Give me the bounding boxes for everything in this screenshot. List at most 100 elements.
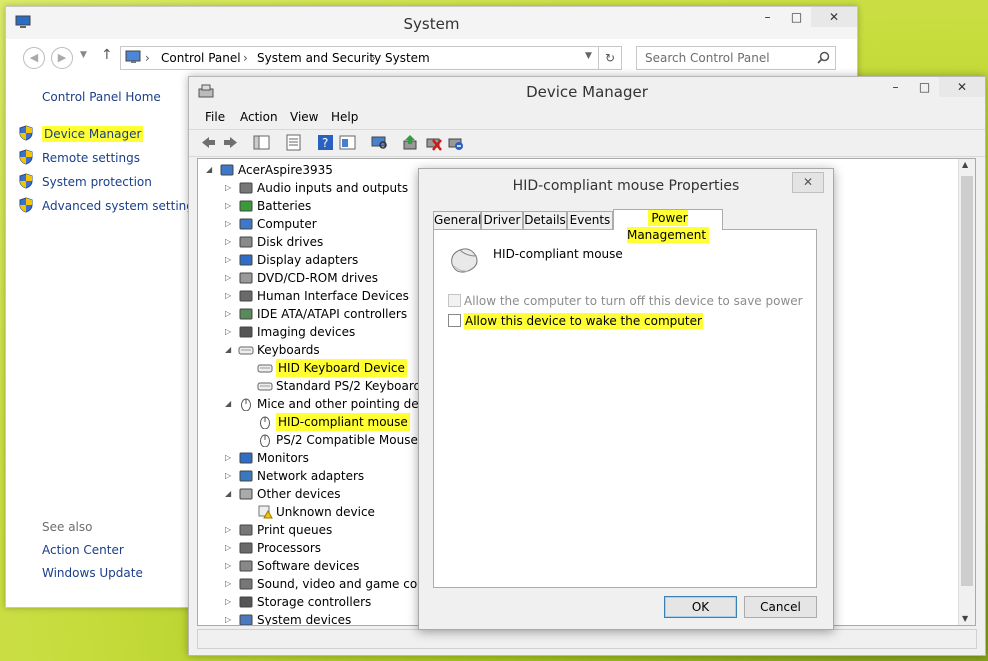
properties-dialog: HID-compliant mouse Properties ✕ General… bbox=[418, 168, 834, 630]
menu-help[interactable]: Help bbox=[331, 110, 358, 124]
properties-pane-icon[interactable] bbox=[253, 134, 270, 151]
search-input[interactable]: Search Control Panel bbox=[636, 46, 836, 70]
sound-icon bbox=[239, 578, 253, 590]
expand-arrow-icon[interactable]: ▷ bbox=[225, 233, 235, 251]
address-bar[interactable]: › Control Panel › System and Security › … bbox=[120, 46, 599, 70]
system-titlebar[interactable]: System – □ ✕ bbox=[6, 7, 857, 39]
scan-hardware-icon[interactable] bbox=[371, 134, 388, 151]
device-name: HID-compliant mouse bbox=[493, 247, 623, 261]
system-close-button[interactable]: ✕ bbox=[811, 7, 857, 27]
properties-close-button[interactable]: ✕ bbox=[792, 172, 824, 193]
tree-item-label: Human Interface Devices bbox=[257, 289, 409, 303]
tree-item-label: Imaging devices bbox=[257, 325, 356, 339]
tree-item-label: Display adapters bbox=[257, 253, 359, 267]
expand-arrow-icon[interactable]: ▷ bbox=[225, 557, 235, 575]
back-nav-button[interactable]: ◀ bbox=[23, 47, 45, 69]
see-also-heading: See also bbox=[42, 520, 93, 534]
expand-arrow-icon[interactable]: ▷ bbox=[225, 323, 235, 341]
device-manager-link[interactable]: Device Manager bbox=[42, 126, 144, 142]
system-protection-link[interactable]: System protection bbox=[42, 175, 152, 189]
control-panel-icon bbox=[125, 50, 141, 63]
expand-arrow-icon[interactable]: ▷ bbox=[225, 593, 235, 611]
expand-arrow-icon[interactable]: ▷ bbox=[225, 269, 235, 287]
cancel-button[interactable]: Cancel bbox=[744, 596, 817, 618]
up-arrow-icon[interactable]: ↑ bbox=[101, 47, 113, 63]
scrollbar-thumb[interactable] bbox=[961, 176, 973, 586]
network-icon bbox=[239, 470, 253, 482]
collapse-arrow-icon[interactable]: ◢ bbox=[206, 161, 216, 179]
shield-icon bbox=[19, 125, 33, 141]
turn-off-device-checkbox[interactable] bbox=[448, 294, 461, 307]
processor-icon bbox=[239, 542, 253, 554]
collapse-arrow-icon[interactable]: ◢ bbox=[225, 485, 235, 503]
system-minimize-button[interactable]: – bbox=[753, 7, 782, 27]
dm-minimize-button[interactable]: – bbox=[881, 77, 910, 97]
expand-arrow-icon[interactable]: ▷ bbox=[225, 287, 235, 305]
shield-icon bbox=[19, 197, 33, 213]
wake-computer-checkbox[interactable] bbox=[448, 314, 461, 327]
collapse-arrow-icon[interactable]: ◢ bbox=[225, 341, 235, 359]
tab-driver[interactable]: Driver bbox=[481, 211, 523, 229]
forward-icon[interactable] bbox=[222, 134, 239, 151]
scroll-up-icon[interactable]: ▲ bbox=[962, 160, 968, 169]
advanced-system-settings-link[interactable]: Advanced system settings bbox=[42, 199, 200, 213]
action-center-link[interactable]: Action Center bbox=[42, 543, 124, 557]
hid-icon bbox=[239, 290, 253, 302]
list-icon[interactable] bbox=[285, 134, 302, 151]
tree-item-label: IDE ATA/ATAPI controllers bbox=[257, 307, 408, 321]
tree-item-label: Batteries bbox=[257, 199, 312, 213]
windows-update-link[interactable]: Windows Update bbox=[42, 566, 143, 580]
breadcrumb-system-and-security[interactable]: System and Security bbox=[257, 51, 381, 65]
expand-arrow-icon[interactable]: ▷ bbox=[225, 197, 235, 215]
power-management-panel: HID-compliant mouse Allow the computer t… bbox=[433, 229, 817, 588]
expand-arrow-icon[interactable]: ▷ bbox=[225, 215, 235, 233]
expand-arrow-icon[interactable]: ▷ bbox=[225, 179, 235, 197]
expand-arrow-icon[interactable]: ▷ bbox=[225, 467, 235, 485]
tab-events[interactable]: Events bbox=[567, 211, 613, 229]
back-icon[interactable] bbox=[200, 134, 217, 151]
dm-maximize-button[interactable]: □ bbox=[910, 77, 939, 97]
system-icon bbox=[239, 614, 253, 625]
update-driver-icon[interactable] bbox=[402, 134, 419, 151]
display-icon bbox=[239, 254, 253, 266]
mouse-icon bbox=[260, 416, 270, 429]
scroll-down-icon[interactable]: ▼ bbox=[962, 614, 968, 623]
breadcrumb-control-panel[interactable]: Control Panel bbox=[161, 51, 241, 65]
uninstall-icon[interactable] bbox=[425, 134, 442, 151]
expand-arrow-icon[interactable]: ▷ bbox=[225, 575, 235, 593]
expand-arrow-icon[interactable]: ▷ bbox=[225, 521, 235, 539]
breadcrumb-system[interactable]: System bbox=[385, 51, 430, 65]
forward-nav-button[interactable]: ▶ bbox=[51, 47, 73, 69]
tab-power-management[interactable]: Power Management bbox=[613, 209, 723, 243]
help-icon[interactable]: ? bbox=[317, 134, 334, 151]
tab-general[interactable]: General bbox=[433, 211, 481, 229]
view-icon[interactable] bbox=[339, 134, 356, 151]
dm-close-button[interactable]: ✕ bbox=[939, 77, 985, 97]
ok-button[interactable]: OK bbox=[664, 596, 737, 618]
expand-arrow-icon[interactable]: ▷ bbox=[225, 251, 235, 269]
menu-file[interactable]: File bbox=[205, 110, 225, 124]
menu-view[interactable]: View bbox=[290, 110, 318, 124]
keyboard-icon bbox=[238, 346, 254, 355]
control-panel-home-link[interactable]: Control Panel Home bbox=[42, 90, 161, 104]
remote-settings-link[interactable]: Remote settings bbox=[42, 151, 140, 165]
collapse-arrow-icon[interactable]: ◢ bbox=[225, 395, 235, 413]
expand-arrow-icon[interactable]: ▷ bbox=[225, 305, 235, 323]
disable-icon[interactable] bbox=[447, 134, 464, 151]
menu-action[interactable]: Action bbox=[240, 110, 278, 124]
tree-scrollbar[interactable]: ▲ ▼ bbox=[958, 159, 975, 625]
tree-item-label: Disk drives bbox=[257, 235, 324, 249]
tree-item-label: Computer bbox=[257, 217, 317, 231]
expand-arrow-icon[interactable]: ▷ bbox=[225, 449, 235, 467]
recent-locations-icon[interactable]: ▼ bbox=[80, 50, 87, 60]
address-dropdown-icon[interactable]: ▼ bbox=[585, 51, 592, 61]
wake-computer-label[interactable]: Allow this device to wake the computer bbox=[464, 313, 703, 329]
mouse-icon bbox=[241, 398, 251, 411]
expand-arrow-icon[interactable]: ▷ bbox=[225, 539, 235, 557]
system-maximize-button[interactable]: □ bbox=[782, 7, 811, 27]
search-icon[interactable] bbox=[817, 51, 830, 64]
tab-power-management-label: Power Management bbox=[626, 210, 710, 243]
expand-arrow-icon[interactable]: ▷ bbox=[225, 611, 235, 625]
tab-details[interactable]: Details bbox=[523, 211, 567, 229]
refresh-icon[interactable]: ↻ bbox=[598, 46, 622, 70]
